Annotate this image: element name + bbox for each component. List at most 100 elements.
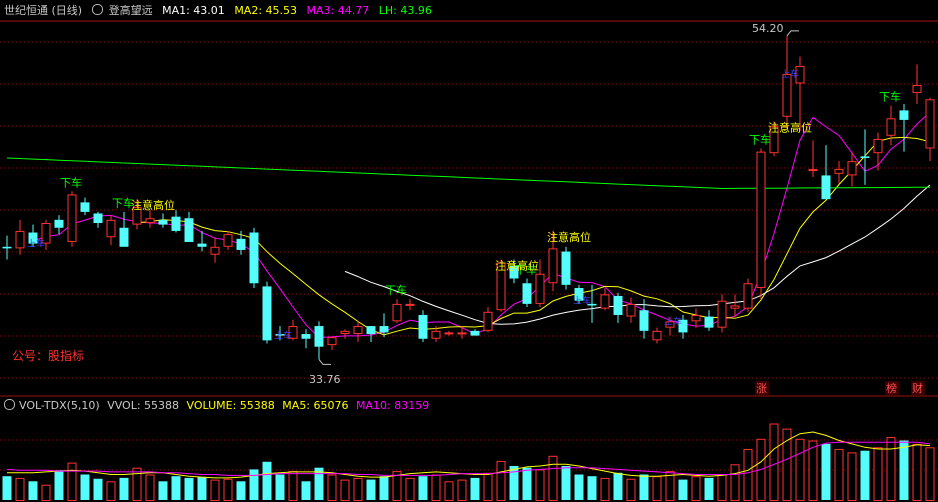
ma10-value: MA10: 83159: [356, 399, 430, 412]
volume-bar: [769, 423, 779, 501]
sell-signal-label: 下车: [60, 175, 82, 189]
ma1-value: MA1: 43.01: [162, 4, 225, 17]
candle-body: [80, 202, 90, 212]
volume-bar: [652, 476, 662, 502]
volume-bar: [847, 452, 857, 501]
volume-bar: [626, 478, 636, 501]
volume-bar: [353, 477, 363, 501]
volume-bar: [54, 470, 64, 500]
candle-body: [366, 326, 376, 335]
volume-bar: [67, 462, 77, 502]
volume-bar: [340, 479, 350, 502]
event-cai-label: 财: [912, 381, 923, 395]
volume-bar: [28, 481, 38, 500]
candle-body: [444, 332, 454, 335]
volume-bar: [743, 449, 753, 501]
candle-body: [873, 138, 883, 154]
chart-window: 下车 下车 下车 下车 下车 下车 注意高位 注意高位 注意高位 注意高位 上车 上车 上车 上车 上车涨榜…: [0, 0, 938, 502]
candle-body: [522, 283, 532, 304]
candle-body: [834, 169, 844, 174]
volume-toggle-icon[interactable]: [4, 399, 15, 410]
volume-bar: [548, 455, 558, 501]
volume-bar: [80, 474, 90, 500]
volume-bar: [496, 460, 506, 501]
lh-value: LH: 43.96: [378, 4, 432, 17]
candle-body: [210, 246, 220, 255]
volume-bar: [249, 469, 259, 500]
vvol-value: VVOL: 55388: [107, 399, 180, 412]
volume-indicator-name[interactable]: VOL-TDX(5,10): [19, 399, 100, 412]
sell-signal-label: 下车: [749, 132, 771, 146]
low-pointer: [318, 359, 331, 365]
volume-bar: [93, 478, 103, 500]
volume-bar: [821, 443, 831, 500]
watermark-label: 公号：股指标: [12, 348, 84, 363]
volume-bar: [418, 476, 428, 500]
candle-body: [262, 286, 272, 341]
volume-bar: [600, 477, 610, 501]
buy-signal-label: 上车: [27, 238, 45, 250]
sell-signal-label: 下车: [879, 90, 901, 104]
buy-signal-label: 上车: [664, 315, 682, 327]
candles: [2, 30, 935, 365]
volume-bar: [444, 481, 454, 501]
ma-line-magenta: [32, 111, 931, 339]
candle-body: [93, 213, 103, 223]
candle-body: [353, 326, 363, 335]
candle-body: [15, 230, 25, 249]
volume-bar: [145, 474, 155, 501]
candle-body: [548, 248, 558, 284]
volume-bar: [41, 484, 51, 502]
volume-bar: [405, 477, 415, 501]
signal-labels: 下车下车下车下车下车下车注意高位注意高位注意高位注意高位上车上车上车上车上车涨榜…: [27, 68, 925, 395]
candle-body: [535, 273, 545, 304]
buy-signal-label: 上车: [573, 295, 591, 307]
candle-body: [106, 219, 116, 238]
volume-bar: [327, 474, 337, 501]
volume-bar: [691, 476, 701, 502]
volume-bar: [379, 476, 389, 500]
volume-bar: [834, 449, 844, 501]
volume-bar: [912, 443, 922, 501]
price-chart[interactable]: 下车下车下车下车下车下车注意高位注意高位注意高位注意高位上车上车上车上车上车涨榜…: [0, 0, 938, 502]
candle-body: [470, 330, 480, 336]
sell-signal-label: 下车: [385, 283, 407, 297]
ma3-value: MA3: 44.77: [306, 4, 370, 17]
candle-body: [301, 334, 311, 339]
volume-bar: [587, 476, 597, 500]
candle-body: [691, 314, 701, 322]
volume-bar: [574, 474, 584, 500]
candle-body: [717, 300, 727, 328]
indicator-toggle-icon[interactable]: [91, 4, 103, 15]
indicator-name[interactable]: 登高望远: [109, 4, 153, 17]
candle-body: [782, 73, 792, 117]
stock-name[interactable]: 世纪恒通 (日线): [4, 4, 82, 17]
volume-ma5-line: [7, 431, 931, 479]
volume-bar: [730, 464, 740, 501]
candle-body: [925, 99, 935, 149]
volume-bars: [2, 423, 935, 502]
candle-body: [912, 85, 922, 93]
volume-panel-header: VOL-TDX(5,10) VVOL: 55388 VOLUME: 55388 …: [4, 398, 433, 414]
volume-bar: [470, 477, 480, 500]
candle-body: [379, 326, 389, 333]
candle-body: [821, 175, 831, 200]
candle-body: [171, 216, 181, 231]
volume-bar: [613, 472, 623, 500]
candle-body: [418, 314, 428, 339]
candle-body: [158, 219, 168, 225]
candle-body: [184, 218, 194, 243]
candle-body: [730, 305, 740, 309]
volume-bar: [535, 469, 545, 501]
event-zhang-label: 涨: [756, 382, 767, 395]
candle-body: [236, 238, 246, 250]
candle-body: [626, 303, 636, 317]
volume-bar: [678, 479, 688, 500]
candle-body: [327, 337, 337, 346]
volume-bar: [717, 474, 727, 501]
volume-bar: [808, 440, 818, 501]
warn-signal-label: 注意高位: [768, 120, 812, 134]
candle-body: [899, 110, 909, 120]
candle-body: [652, 330, 662, 341]
candle-body: [119, 227, 129, 247]
